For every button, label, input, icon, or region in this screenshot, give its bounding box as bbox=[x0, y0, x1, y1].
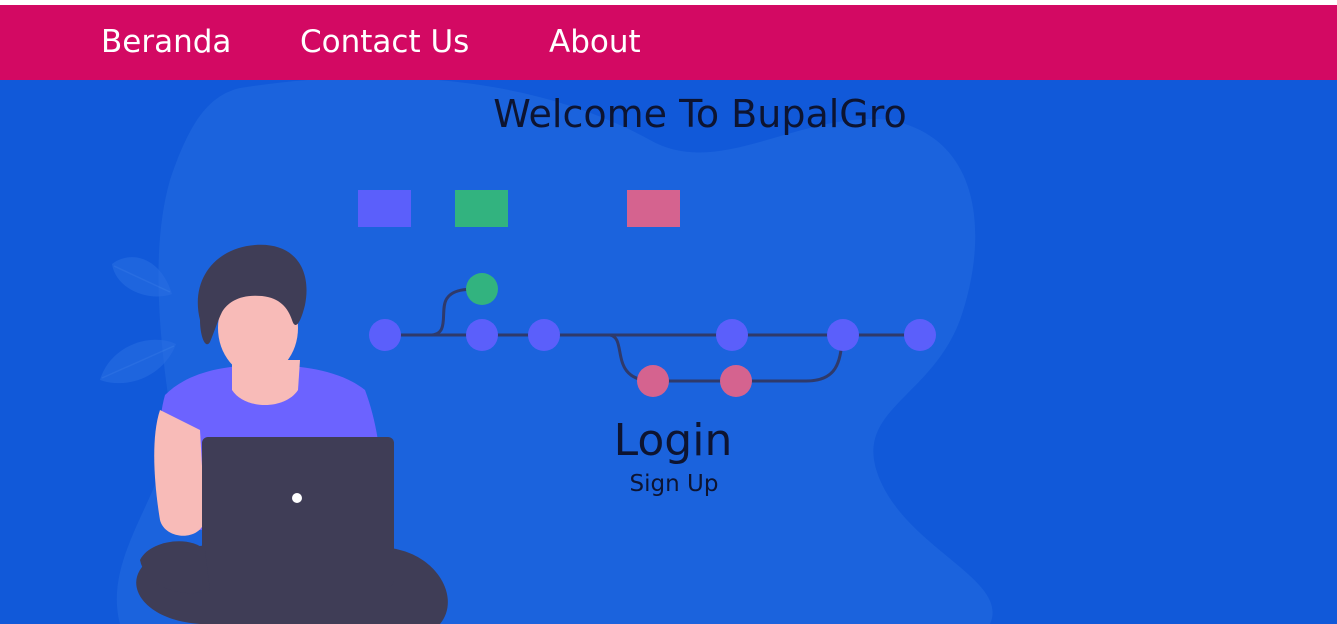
nav-link-beranda[interactable]: Beranda bbox=[101, 23, 231, 61]
branch-node bbox=[637, 365, 669, 397]
signup-link[interactable]: Sign Up bbox=[594, 469, 754, 499]
hero-section: Welcome To BupalGro Login Sign Up bbox=[0, 80, 1337, 624]
branch-node bbox=[904, 319, 936, 351]
branch-node bbox=[466, 319, 498, 351]
legend-green-rect bbox=[455, 190, 508, 227]
branch-node bbox=[716, 319, 748, 351]
nav-link-about[interactable]: About bbox=[549, 23, 641, 61]
hero-illustration bbox=[100, 80, 993, 624]
branch-node bbox=[369, 319, 401, 351]
page: Beranda Contact Us About Welcome To Bupa… bbox=[0, 0, 1337, 624]
branch-node bbox=[720, 365, 752, 397]
navbar: Beranda Contact Us About bbox=[0, 5, 1337, 80]
login-link[interactable]: Login bbox=[573, 413, 773, 469]
branch-node bbox=[827, 319, 859, 351]
legend-pink-rect bbox=[627, 190, 680, 227]
legend-blue-rect bbox=[358, 190, 411, 227]
branch-node bbox=[466, 273, 498, 305]
nav-link-contact-us[interactable]: Contact Us bbox=[300, 23, 469, 61]
hero-title: Welcome To BupalGro bbox=[493, 92, 907, 136]
branch-node bbox=[528, 319, 560, 351]
leaf-icon bbox=[100, 339, 176, 384]
